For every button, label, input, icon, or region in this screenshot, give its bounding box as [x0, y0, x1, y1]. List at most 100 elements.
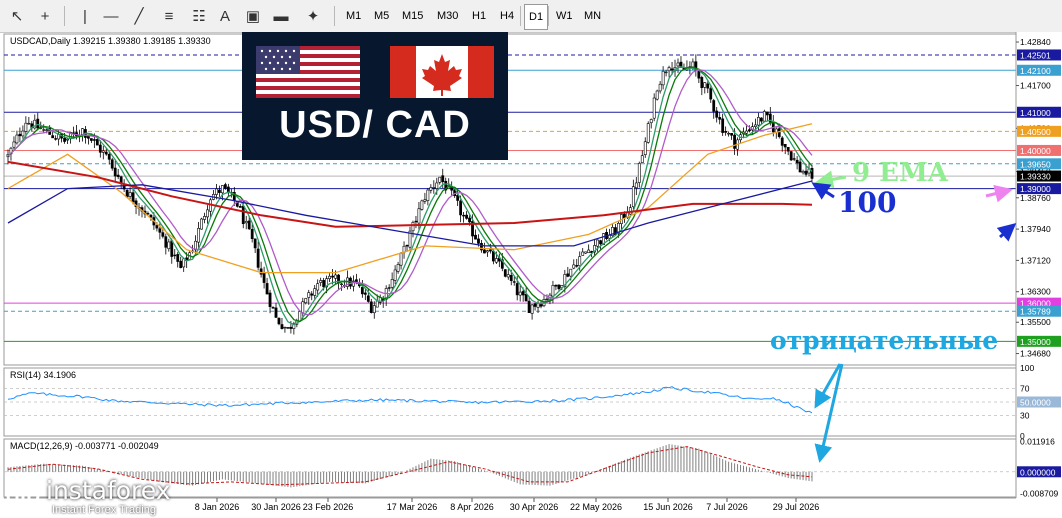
candle-body	[417, 208, 421, 224]
price-tick-label: 1.37940	[1020, 224, 1051, 234]
candle-body	[512, 281, 516, 283]
rsi-tick-label: 100	[1020, 363, 1034, 373]
candle-body	[15, 134, 19, 144]
time-tick-label: 15 Jun 2026	[643, 502, 693, 512]
candle-body	[536, 303, 540, 308]
candle-body	[557, 284, 561, 290]
price-level-label: 1.40000	[1020, 146, 1051, 156]
candle-body	[637, 163, 641, 183]
candle-body	[649, 119, 653, 124]
candle-body	[584, 251, 588, 254]
candle-body	[477, 238, 480, 244]
candle-body	[691, 61, 695, 68]
rectangle-icon[interactable]: ▬	[270, 4, 292, 28]
pair-banner: USD/ CAD	[242, 32, 508, 160]
candle-body	[646, 123, 650, 143]
candle-body	[432, 187, 436, 189]
candle-body	[551, 285, 555, 297]
shapes-icon[interactable]: ✦	[302, 4, 324, 28]
timeframe-m5[interactable]: M5	[370, 4, 393, 28]
candle-body	[250, 229, 254, 239]
candle-body	[759, 117, 763, 122]
timeframe-h1[interactable]: H1	[468, 4, 490, 28]
instaforex-logo-icon	[6, 478, 40, 512]
candle-body	[45, 129, 49, 131]
candle-body	[634, 182, 638, 189]
candle-body	[197, 227, 200, 243]
fibonacci-fan-icon[interactable]: ☷	[188, 4, 210, 28]
cursor-icon[interactable]: ↖	[6, 4, 28, 28]
candle-body	[730, 133, 734, 136]
timeframe-w1[interactable]: W1	[552, 4, 577, 28]
candle-body	[101, 150, 105, 153]
candle-body	[462, 214, 466, 217]
candle-body	[721, 118, 725, 133]
candle-body	[170, 240, 174, 257]
candle-body	[414, 220, 418, 223]
crosshair-icon[interactable]: +	[34, 4, 56, 28]
timeframe-h4[interactable]: H4	[496, 4, 518, 28]
candle-body	[518, 291, 522, 296]
timeframe-d1[interactable]: D1	[524, 4, 549, 30]
candle-body	[533, 303, 537, 307]
price-level-label: 1.39000	[1020, 184, 1051, 194]
fibonacci-icon[interactable]: ≡	[158, 4, 180, 28]
candle-body	[524, 293, 528, 302]
candle-body	[256, 248, 260, 268]
vertical-line-icon[interactable]: |	[74, 4, 96, 28]
time-tick-label: 23 Feb 2026	[303, 502, 354, 512]
candle-body	[390, 279, 394, 288]
candle-body	[554, 284, 558, 287]
text-tool-icon[interactable]: A	[214, 4, 236, 28]
candle-body	[795, 159, 799, 164]
candle-body	[655, 90, 659, 100]
candle-body	[360, 287, 364, 295]
rsi-panel: RSI(14) 34.1906	[3, 367, 1017, 437]
candle-body	[697, 71, 701, 79]
candle-body	[405, 244, 409, 247]
price-level-label: 1.42501	[1020, 50, 1051, 60]
candle-body	[587, 249, 591, 254]
candle-body	[98, 144, 102, 153]
candle-body	[438, 176, 442, 183]
trendline-icon[interactable]: ╱	[128, 4, 150, 28]
price-panel-title: USDCAD,Daily 1.39215 1.39380 1.39185 1.3…	[10, 36, 211, 46]
label-tool-icon[interactable]: ▣	[242, 4, 264, 28]
timeframe-m15[interactable]: M15	[398, 4, 427, 28]
macd-tick-label: 0.011916	[1020, 437, 1055, 447]
candle-body	[167, 241, 171, 250]
candle-body	[670, 68, 674, 71]
candle-body	[238, 206, 242, 208]
candle-body	[483, 249, 486, 254]
horizontal-line-icon[interactable]: —	[100, 4, 122, 28]
candle-body	[271, 307, 275, 309]
candle-body	[107, 153, 111, 160]
candle-body	[164, 236, 168, 248]
candle-body	[354, 279, 358, 283]
candle-body	[631, 186, 635, 208]
candle-body	[521, 291, 525, 296]
time-tick-label: 8 Apr 2026	[450, 502, 494, 512]
toolbar: ↖ + | — ╱ ≡ ☷ A ▣ ▬ ✦ M1 M5 M15 M30 H1 H4 D1 W1…	[0, 0, 1062, 33]
candle-body	[310, 293, 314, 296]
toolbar-separator	[64, 6, 65, 26]
candle-body	[286, 327, 290, 329]
canada-flag-icon	[390, 46, 494, 98]
timeframe-m1[interactable]: M1	[342, 4, 365, 28]
timeframe-m30[interactable]: M30	[433, 4, 462, 28]
candle-body	[569, 268, 573, 277]
candle-body	[465, 214, 468, 219]
candle-body	[289, 326, 293, 329]
candle-body	[146, 213, 150, 215]
candle-body	[783, 143, 787, 148]
candle-body	[241, 205, 245, 225]
time-tick-label: 17 Mar 2026	[387, 502, 438, 512]
candle-body	[363, 292, 367, 295]
candle-body	[727, 132, 731, 135]
us-flag-icon	[256, 46, 360, 98]
candle-body	[27, 122, 31, 125]
candle-body	[640, 155, 644, 163]
timeframe-mn[interactable]: MN	[580, 4, 605, 28]
time-tick-label: 7 Jul 2026	[706, 502, 748, 512]
candle-body	[259, 268, 263, 275]
